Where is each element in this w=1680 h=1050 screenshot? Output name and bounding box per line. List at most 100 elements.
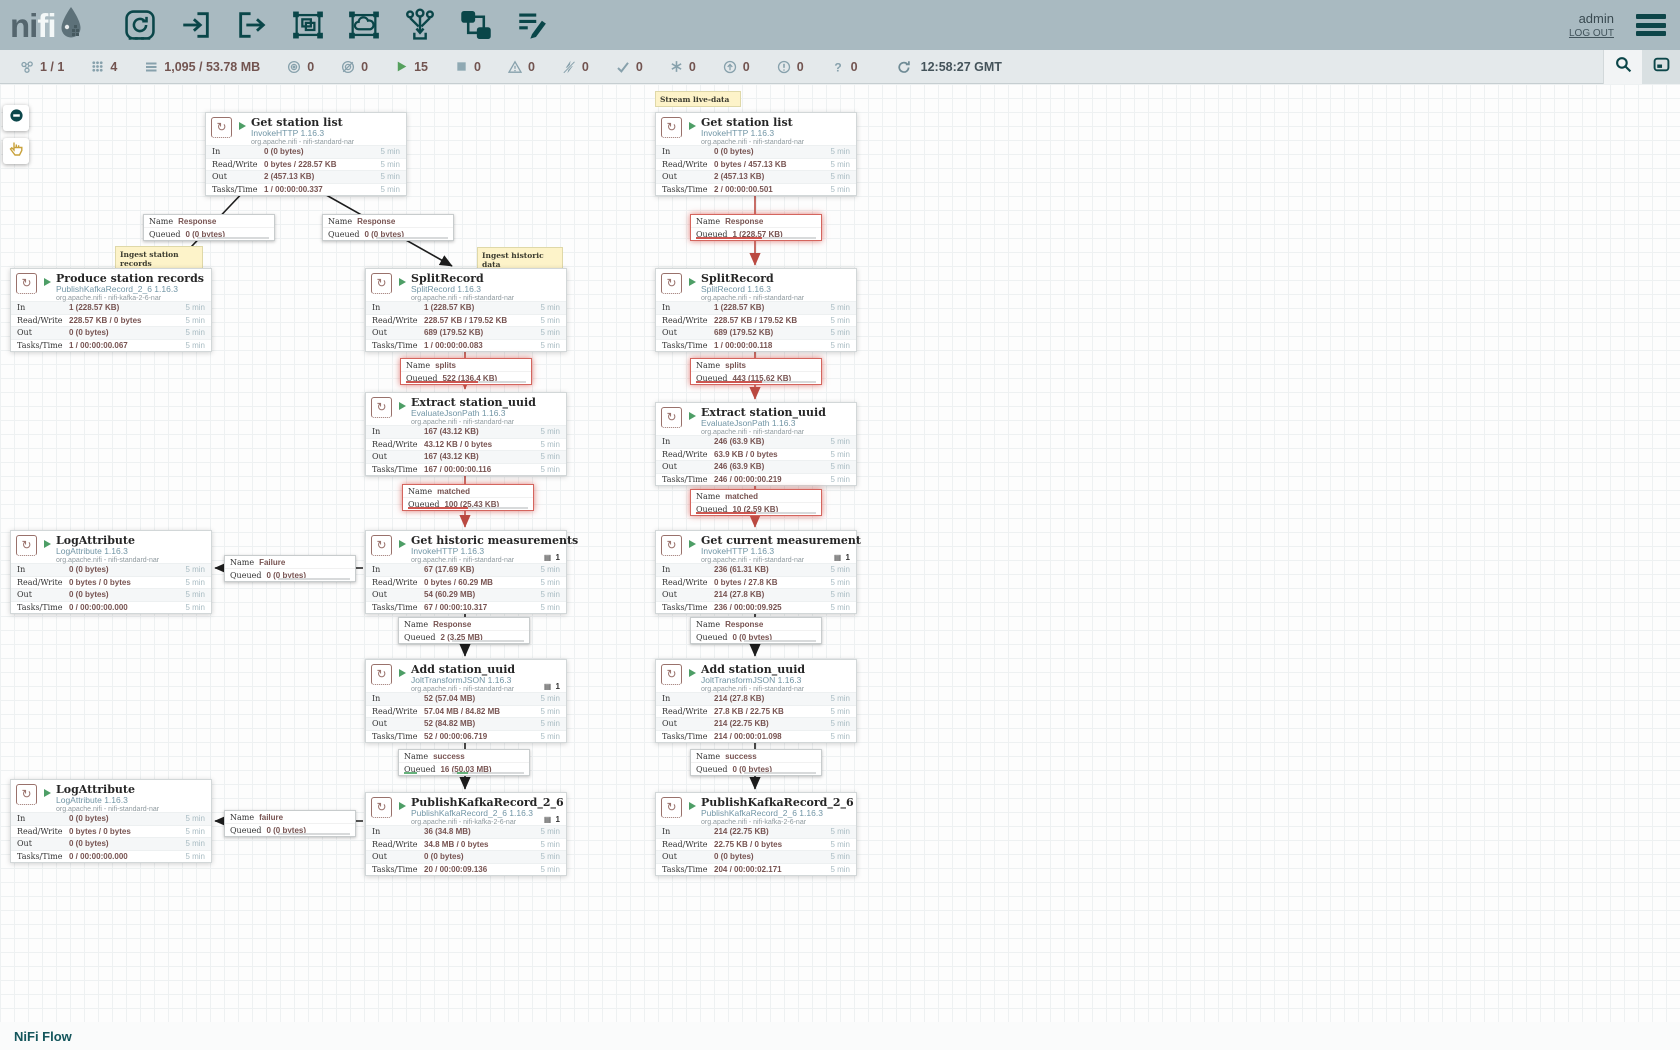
connection-label[interactable]: NameResponseQueued2 (3.25 MB) (398, 617, 530, 644)
processor[interactable]: ↻LogAttributeLogAttribute 1.16.3org.apac… (10, 779, 212, 863)
stat-value: 63.9 KB / 0 bytes (714, 450, 830, 459)
check-icon (616, 60, 630, 74)
connection-label[interactable]: NamesuccessQueued0 (0 bytes) (690, 749, 822, 776)
connection-label[interactable]: NamefailureQueued0 (0 bytes) (224, 810, 356, 837)
running-status-icon (239, 122, 246, 130)
stat-label: Read/Write (662, 707, 714, 716)
stat-label: In (662, 437, 714, 446)
processor-type-icon: ↻ (661, 407, 682, 428)
running-status-icon (44, 278, 51, 286)
status-bar: 1 / 141,095 / 53.78 MB00150000000?012:58… (0, 50, 1680, 84)
running-status-icon (689, 669, 696, 677)
processor[interactable]: ↻Extract station_uuidEvaluateJsonPath 1.… (655, 402, 857, 486)
status-value: 0 (528, 60, 535, 74)
processor-stats: In1 (228.57 KB)5 minRead/Write228.57 KB … (656, 301, 856, 351)
stop-icon (455, 60, 468, 73)
toolbar-label-icon[interactable] (514, 7, 550, 43)
stat-window: 5 min (830, 732, 850, 741)
refresh-group[interactable]: 12:58:27 GMT (897, 60, 1002, 74)
processor[interactable]: ↻SplitRecordSplitRecord 1.16.3org.apache… (655, 268, 857, 352)
processor[interactable]: ↻Extract station_uuidEvaluateJsonPath 1.… (365, 392, 567, 476)
toolbar-processor-icon[interactable] (122, 7, 158, 43)
connection-label[interactable]: NamesplitsQueued522 (136.4 KB) (400, 358, 532, 385)
connection-label[interactable]: NameFailureQueued0 (0 bytes) (224, 555, 356, 582)
toolbar-funnel-icon[interactable] (402, 7, 438, 43)
stat-window: 5 min (830, 475, 850, 484)
stat-value: 1 (228.57 KB) (714, 303, 830, 312)
connection-queued-row: Queued0 (0 bytes) (691, 763, 821, 775)
connection-label[interactable]: NamesplitsQueued443 (115.62 KB) (690, 358, 822, 385)
processor-bundle: org.apache.nifi - nifi-kafka-2-6-nar (56, 295, 204, 303)
processor[interactable]: ↻SplitRecordSplitRecord 1.16.3org.apache… (365, 268, 567, 352)
search-button[interactable] (1603, 50, 1642, 84)
warning-icon (508, 60, 522, 74)
canvas-label[interactable]: Stream live-data (655, 91, 741, 107)
stat-value: 0 bytes / 457.13 KB (714, 160, 830, 169)
stat-window: 5 min (830, 450, 850, 459)
connection-name-key: Name (696, 217, 720, 226)
connection-label[interactable]: NameResponseQueued0 (0 bytes) (322, 214, 454, 241)
connection-label[interactable]: NamesuccessQueued16 (50.03 MB) (398, 749, 530, 776)
stat-label: In (372, 427, 424, 436)
navigate-palette-button[interactable] (3, 105, 29, 131)
processor[interactable]: ↻Produce station recordsPublishKafkaReco… (10, 268, 212, 352)
processor[interactable]: ↻LogAttributeLogAttribute 1.16.3org.apac… (10, 530, 212, 614)
toolbar-input-port-icon[interactable] (178, 7, 214, 43)
stat-window: 5 min (830, 852, 850, 861)
status-value: 0 (797, 60, 804, 74)
running-status-icon (399, 278, 406, 286)
connection-label[interactable]: NameResponseQueued0 (0 bytes) (690, 617, 822, 644)
stat-window: 5 min (185, 827, 205, 836)
status-disabled-components: 0 (562, 60, 589, 74)
processor-bundle: org.apache.nifi - nifi-standard-nar (411, 686, 515, 694)
processor[interactable]: ↻Get current measurementInvokeHTTP 1.16.… (655, 530, 857, 614)
stat-row: Out0 (0 bytes)5 min (656, 850, 856, 863)
logout-link[interactable]: LOG OUT (1569, 28, 1614, 39)
processor-bundle: org.apache.nifi - nifi-standard-nar (56, 806, 159, 814)
processor[interactable]: ↻Add station_uuidJoltTransformJSON 1.16.… (655, 659, 857, 743)
processor[interactable]: ↻Get station listInvokeHTTP 1.16.3org.ap… (205, 112, 407, 196)
play-icon (395, 60, 408, 73)
processor[interactable]: ↻Get station listInvokeHTTP 1.16.3org.ap… (655, 112, 857, 196)
connection-label[interactable]: NameResponseQueued1 (228.57 KB) (690, 214, 822, 241)
processor-name: Add station_uuid (701, 664, 805, 675)
connection-label[interactable]: NamematchedQueued100 (25.43 KB) (402, 484, 534, 511)
refresh-icon[interactable] (897, 60, 911, 74)
cluster-icon (20, 60, 34, 74)
connection-name-value: failure (259, 813, 283, 822)
logo-fi-text: fi (37, 6, 55, 46)
processor-type-icon: ↻ (16, 784, 37, 805)
stat-value: 214 (27.8 KB) (714, 694, 830, 703)
connection-queued-row: Queued100 (25.43 KB) (403, 498, 533, 510)
birdseye-toggle-button[interactable] (1642, 50, 1680, 84)
connection-label[interactable]: NamematchedQueued10 (2.59 KB) (690, 489, 822, 516)
breadcrumb[interactable]: NiFi Flow (14, 1029, 72, 1044)
processor-bundle: org.apache.nifi - nifi-kafka-2-6-nar (411, 819, 561, 827)
queue-percent-track (404, 640, 524, 642)
connection-label[interactable]: NameResponseQueued0 (0 bytes) (143, 214, 275, 241)
stat-value: 236 / 00:00:09.925 (714, 603, 830, 612)
processor-stats: In236 (61.31 KB)5 minRead/Write0 bytes /… (656, 563, 856, 613)
toolbar-remote-process-group-icon[interactable] (346, 7, 382, 43)
toolbar-output-port-icon[interactable] (234, 7, 270, 43)
processor[interactable]: ↻Add station_uuidJoltTransformJSON 1.16.… (365, 659, 567, 743)
processor[interactable]: ↻Get historic measurementsInvokeHTTP 1.1… (365, 530, 567, 614)
status-value: 1,095 / 53.78 MB (164, 60, 260, 74)
processor[interactable]: ↻PublishKafkaRecord_2_6PublishKafkaRecor… (655, 792, 857, 876)
processor-name: SplitRecord (411, 273, 514, 284)
stat-row: Read/Write0 bytes / 0 bytes5 min (11, 576, 211, 589)
operate-hand-button[interactable] (3, 138, 29, 164)
stat-value: 36 (34.8 MB) (424, 827, 540, 836)
stat-window: 5 min (830, 303, 850, 312)
connection-queued-row: Queued0 (0 bytes) (691, 631, 821, 643)
status-value: 0 (636, 60, 643, 74)
global-menu-button[interactable] (1636, 14, 1666, 36)
bang-circle-icon (777, 60, 791, 74)
processor[interactable]: ↻PublishKafkaRecord_2_6PublishKafkaRecor… (365, 792, 567, 876)
flow-canvas[interactable]: NiFi Flow Ingest station recordsIngest h… (0, 84, 1680, 1050)
toolbar-template-icon[interactable] (458, 7, 494, 43)
status-value: 0 (474, 60, 481, 74)
toolbar-process-group-icon[interactable] (290, 7, 326, 43)
stat-label: Tasks/Time (662, 603, 714, 612)
stat-row: Tasks/Time214 / 00:00:01.0985 min (656, 730, 856, 743)
